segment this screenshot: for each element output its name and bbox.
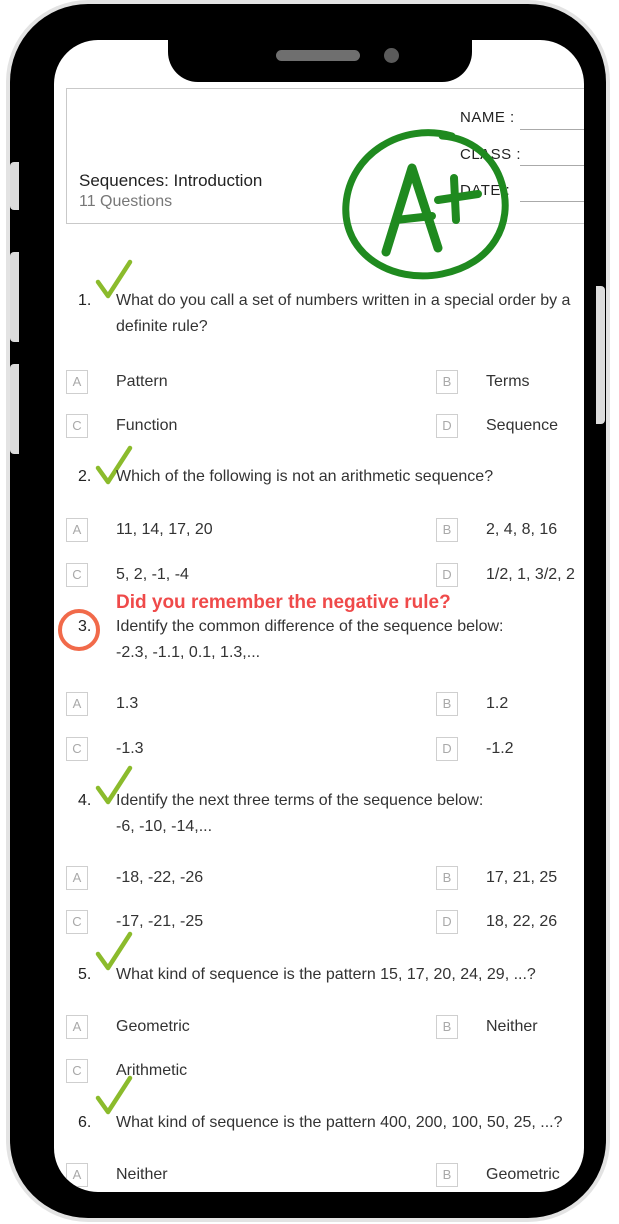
mute-switch <box>10 162 19 210</box>
question-text-line: Identify the common difference of the se… <box>116 618 504 635</box>
option-b-box[interactable]: B <box>436 692 458 716</box>
feedback-annotation: Did you remember the negative rule? <box>116 592 451 613</box>
question-text: What do you call a set of numbers writte… <box>116 288 584 340</box>
option-b-text[interactable]: 2, 4, 8, 16 <box>486 521 557 539</box>
date-field[interactable] <box>520 201 584 202</box>
option-c-box[interactable]: C <box>66 414 88 438</box>
option-c-text[interactable]: 5, 2, -1, -4 <box>116 566 189 584</box>
option-a-text[interactable]: Pattern <box>116 373 168 391</box>
option-a-text[interactable]: Neither <box>116 1166 168 1184</box>
option-c-text[interactable]: Function <box>116 417 177 435</box>
option-c-text[interactable]: -1.3 <box>116 740 144 758</box>
question-text-line: Identify the next three terms of the seq… <box>116 792 484 809</box>
question-text: Which of the following is not an arithme… <box>116 464 584 490</box>
question-number: 6. <box>78 1114 92 1131</box>
question-text-line: What kind of sequence is the pattern 15,… <box>116 966 536 983</box>
question-number: 1. <box>78 292 92 309</box>
class-field[interactable] <box>520 165 584 166</box>
option-a-box[interactable]: A <box>66 518 88 542</box>
question-number: 4. <box>78 792 92 809</box>
option-d-box[interactable]: D <box>436 563 458 587</box>
option-b-box[interactable]: B <box>436 370 458 394</box>
speaker-grille <box>276 50 360 61</box>
question-text: Identify the common difference of the se… <box>116 614 584 666</box>
camera-icon <box>384 48 399 63</box>
worksheet[interactable]: Sequences: Introduction 11 Questions NAM… <box>54 40 584 1192</box>
option-d-box[interactable]: D <box>436 737 458 761</box>
option-c-box[interactable]: C <box>66 563 88 587</box>
question-count: 11 Questions <box>79 193 173 210</box>
question-text-line: definite rule? <box>116 318 208 335</box>
phone-notch <box>168 6 472 82</box>
option-a-box[interactable]: A <box>66 370 88 394</box>
question-text-line: What do you call a set of numbers writte… <box>116 292 571 309</box>
screen[interactable]: Sequences: Introduction 11 Questions NAM… <box>54 40 584 1192</box>
option-c-text[interactable]: -17, -21, -25 <box>116 913 203 931</box>
option-b-text[interactable]: Terms <box>486 373 530 391</box>
option-a-text[interactable]: -18, -22, -26 <box>116 869 203 887</box>
question-text: Identify the next three terms of the seq… <box>116 788 584 840</box>
option-a-box[interactable]: A <box>66 1015 88 1039</box>
option-a-text[interactable]: 11, 14, 17, 20 <box>116 521 213 539</box>
option-d-text[interactable]: -1.2 <box>486 740 514 758</box>
question-text-line: Which of the following is not an arithme… <box>116 468 494 485</box>
option-a-box[interactable]: A <box>66 866 88 890</box>
question-text-line: What kind of sequence is the pattern 400… <box>116 1114 563 1131</box>
option-b-text[interactable]: Geometric <box>486 1166 560 1184</box>
phone-frame: Sequences: Introduction 11 Questions NAM… <box>10 4 606 1218</box>
question-text-line: -2.3, -1.1, 0.1, 1.3,... <box>116 644 261 661</box>
question-number: 2. <box>78 468 92 485</box>
option-d-text[interactable]: Sequence <box>486 417 558 435</box>
question-text-line: -6, -10, -14,... <box>116 818 213 835</box>
option-b-text[interactable]: Neither <box>486 1018 538 1036</box>
option-a-box[interactable]: A <box>66 692 88 716</box>
question-number: 3. <box>78 618 92 635</box>
volume-up-button <box>10 252 19 342</box>
option-b-text[interactable]: 17, 21, 25 <box>486 869 557 887</box>
question-number: 5. <box>78 966 92 983</box>
option-a-text[interactable]: 1.3 <box>116 695 138 713</box>
worksheet-title: Sequences: Introduction <box>79 171 263 190</box>
option-c-box[interactable]: C <box>66 910 88 934</box>
option-b-box[interactable]: B <box>436 866 458 890</box>
option-b-box[interactable]: B <box>436 1163 458 1187</box>
name-field[interactable] <box>520 129 584 130</box>
volume-down-button <box>10 364 19 454</box>
option-b-box[interactable]: B <box>436 518 458 542</box>
question-text: What kind of sequence is the pattern 400… <box>116 1110 584 1136</box>
option-d-text[interactable]: 18, 22, 26 <box>486 913 557 931</box>
option-a-text[interactable]: Geometric <box>116 1018 190 1036</box>
question-text: What kind of sequence is the pattern 15,… <box>116 962 584 988</box>
option-d-text[interactable]: 1/2, 1, 3/2, 2 <box>486 566 575 584</box>
option-a-box[interactable]: A <box>66 1163 88 1187</box>
a-plus-grade-stamp <box>342 129 509 280</box>
power-button <box>596 286 605 424</box>
option-d-box[interactable]: D <box>436 414 458 438</box>
option-d-box[interactable]: D <box>436 910 458 934</box>
option-c-box[interactable]: C <box>66 1059 88 1083</box>
option-c-box[interactable]: C <box>66 737 88 761</box>
option-b-box[interactable]: B <box>436 1015 458 1039</box>
option-b-text[interactable]: 1.2 <box>486 695 508 713</box>
